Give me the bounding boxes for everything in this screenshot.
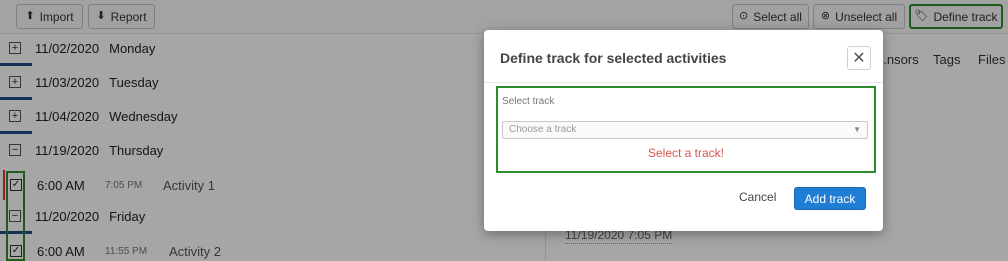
track-select[interactable]: Choose a track ▼: [502, 121, 868, 139]
track-field-highlight: Select track Choose a track ▼ Select a t…: [496, 86, 876, 173]
select-track-label: Select track: [502, 96, 555, 107]
add-track-button[interactable]: Add track: [794, 187, 866, 210]
define-track-modal: Define track for selected activities ✕ S…: [484, 30, 883, 231]
close-button[interactable]: ✕: [847, 46, 871, 70]
modal-title: Define track for selected activities: [500, 50, 727, 66]
cancel-button[interactable]: Cancel: [739, 190, 776, 204]
divider: [484, 82, 883, 83]
app-window: ⬆ Import ⬇ Report ⊙ Select all ⊗ Unselec…: [0, 0, 1008, 261]
close-icon: ✕: [852, 50, 866, 67]
track-select-placeholder: Choose a track: [509, 124, 577, 135]
validation-error: Select a track!: [647, 146, 725, 160]
chevron-down-icon: ▼: [853, 125, 861, 134]
